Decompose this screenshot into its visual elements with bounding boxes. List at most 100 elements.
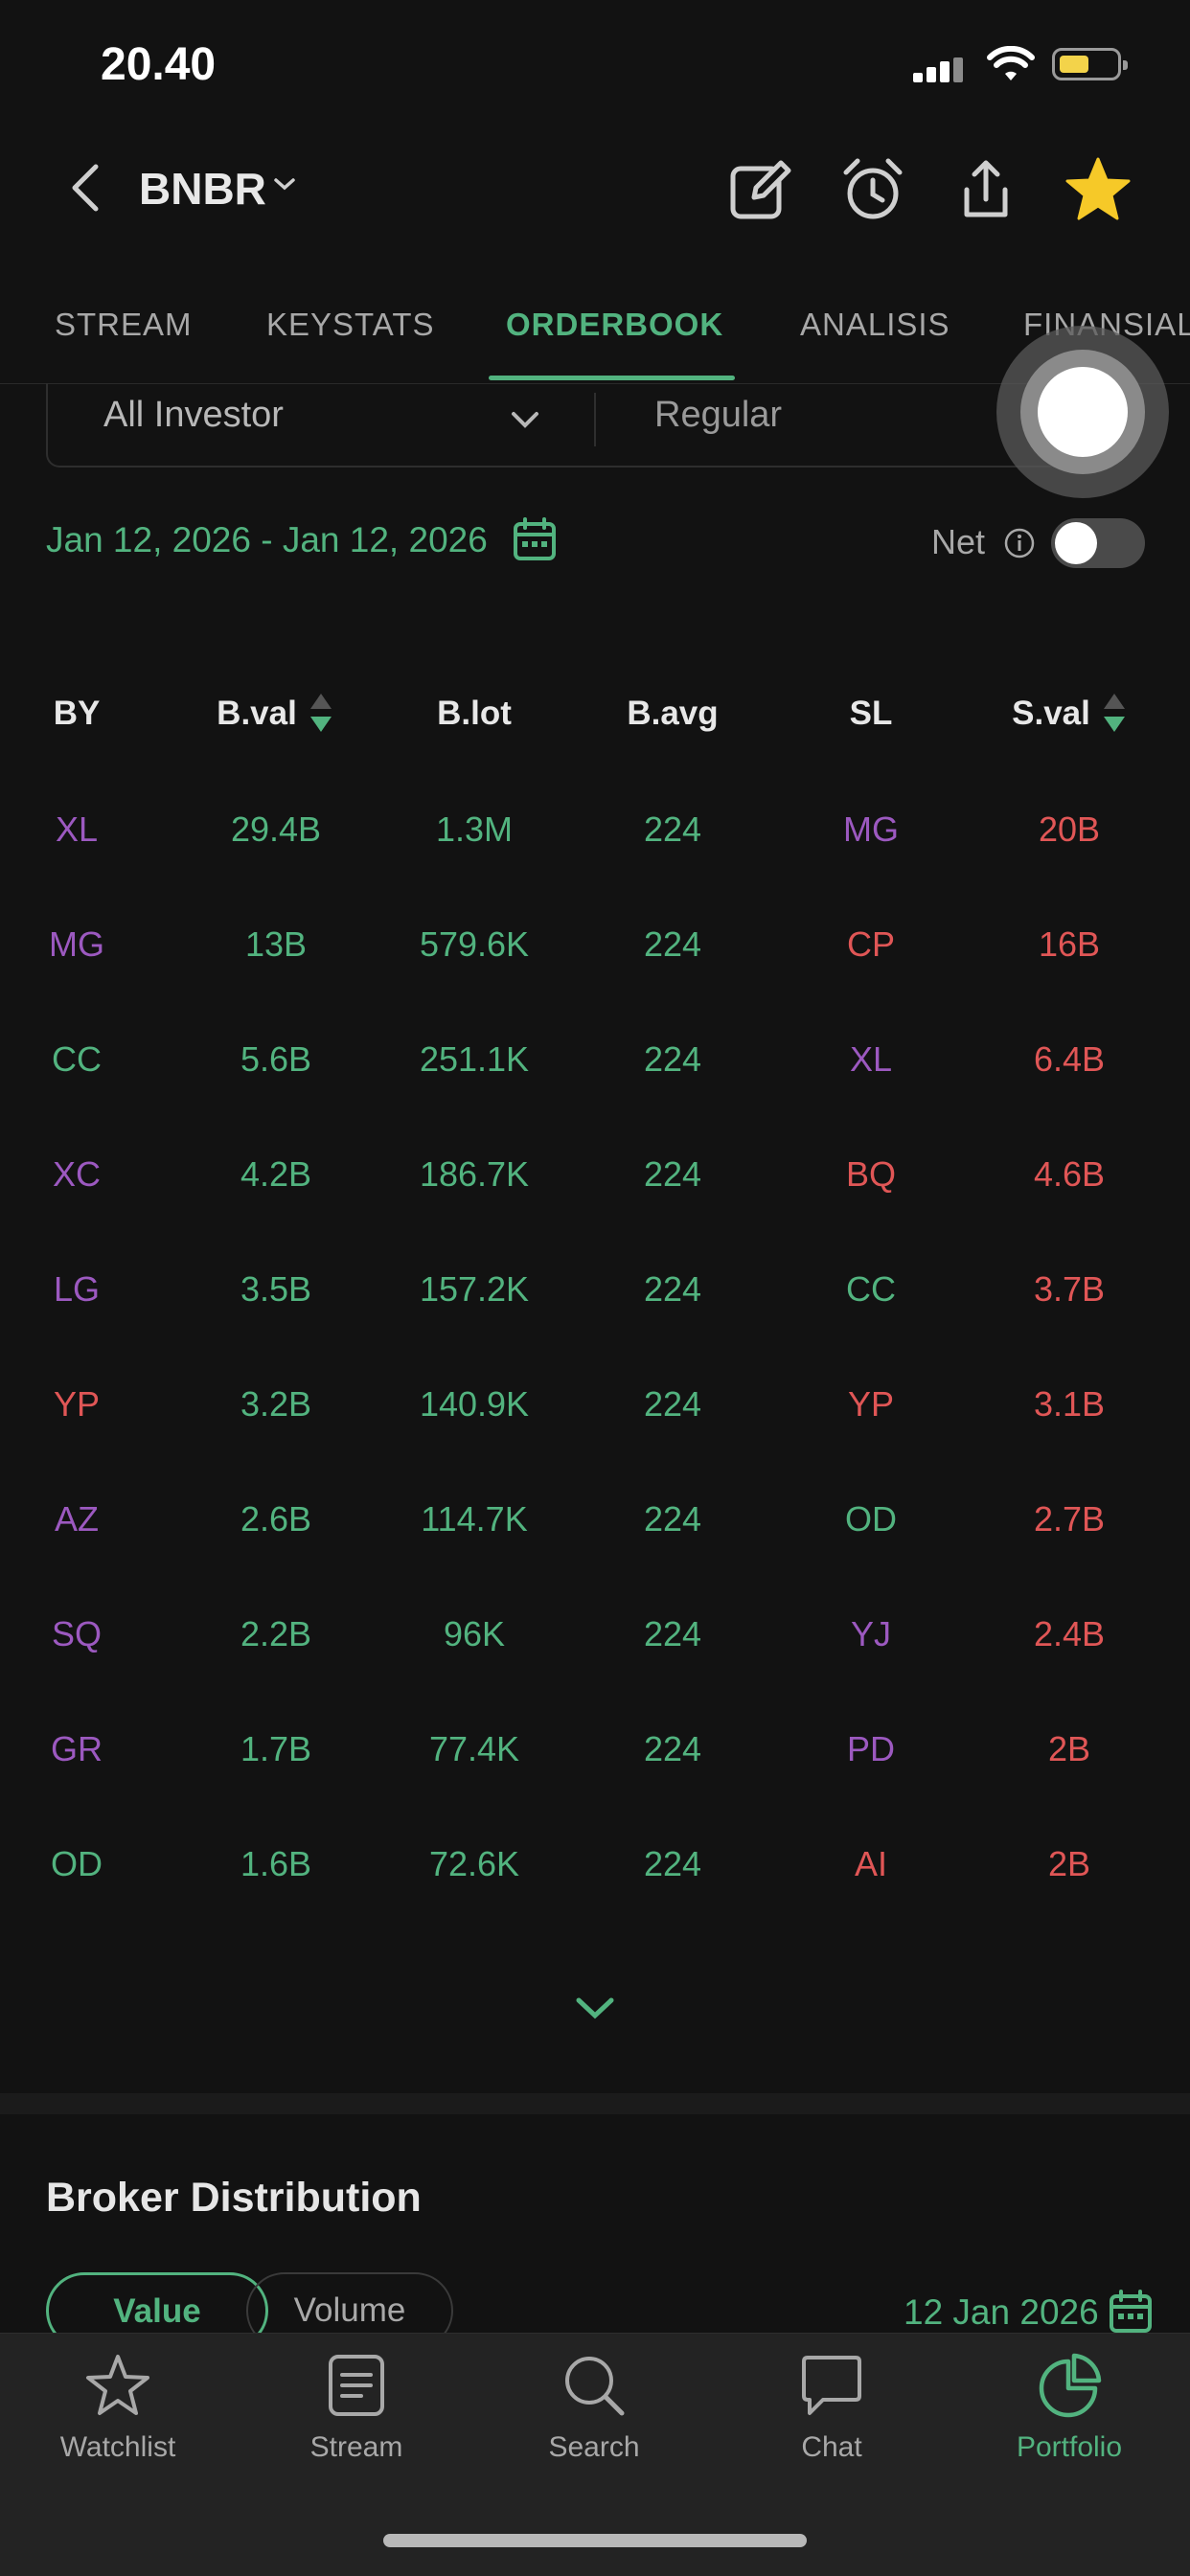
buy-average: 224 [643,1154,702,1194]
buy-lot: 157.2K [419,1269,530,1309]
buy-value: 29.4B [230,809,322,849]
nav-label: Stream [309,2431,403,2463]
document-icon [329,2355,384,2416]
home-indicator[interactable] [383,2534,807,2547]
buy-lot: 1.3M [435,809,514,849]
investor-filter-select[interactable]: All Investor [103,395,284,436]
column-header-buyer: BY [53,695,101,732]
back-arrow-icon[interactable] [67,163,105,217]
active-tab-indicator [489,376,735,380]
board-filter-select[interactable]: Regular [654,395,782,436]
sell-value: 4.6B [1033,1154,1106,1194]
buy-average: 224 [643,1039,702,1079]
chat-bubble-icon [802,2356,861,2415]
nav-stream[interactable]: Stream [251,2352,462,2464]
buy-average: 224 [643,924,702,964]
buy-value: 1.6B [240,1844,312,1883]
chevron-down-icon[interactable] [508,402,542,442]
broker-distribution-title: Broker Distribution [46,2175,422,2221]
tab-analisis[interactable]: ANALISIS [800,307,950,343]
seller-code[interactable]: AI [785,1844,957,1884]
sell-value: 3.7B [1033,1269,1106,1309]
date-range[interactable]: Jan 12, 2026 - Jan 12, 2026 [46,520,488,560]
expand-chevron-icon[interactable] [573,1993,617,2026]
seller-code[interactable]: PD [785,1729,957,1769]
buy-average: 224 [643,809,702,849]
buy-average: 224 [643,1384,702,1424]
buy-value: 3.5B [240,1269,312,1309]
seller-code[interactable]: BQ [785,1154,957,1195]
buyer-code[interactable]: XC [0,1154,163,1195]
tab-orderbook[interactable]: ORDERBOOK [506,307,723,343]
buy-average: 224 [643,1499,702,1539]
buy-lot: 72.6K [428,1844,520,1883]
seller-code[interactable]: OD [785,1499,957,1539]
buyer-code[interactable]: OD [0,1844,163,1884]
sort-icon[interactable] [1102,692,1127,739]
alarm-clock-icon[interactable] [838,155,907,224]
sell-value: 16B [1038,924,1101,964]
battery-icon [1052,48,1128,80]
ticker-title[interactable]: BNBR [139,163,266,215]
buy-value: 5.6B [240,1039,312,1079]
buy-lot: 140.9K [419,1384,530,1424]
calendar-icon[interactable] [511,515,559,568]
buy-lot: 251.1K [419,1039,530,1079]
nav-search[interactable]: Search [489,2352,699,2464]
seller-code[interactable]: CC [785,1269,957,1310]
buyer-code[interactable]: SQ [0,1614,163,1654]
seller-code[interactable]: YJ [785,1614,957,1654]
sell-value: 6.4B [1033,1039,1106,1079]
buy-average: 224 [643,1269,702,1309]
buy-lot: 77.4K [428,1729,520,1768]
nav-label: Watchlist [59,2431,176,2463]
buyer-code[interactable]: YP [0,1384,163,1425]
buy-value: 4.2B [240,1154,312,1194]
seller-code[interactable]: XL [785,1039,957,1080]
star-favorite-icon[interactable] [1064,155,1133,224]
star-outline-icon [86,2355,149,2415]
sell-value: 2.7B [1033,1499,1106,1539]
nav-chat[interactable]: Chat [726,2352,937,2464]
edit-note-icon[interactable] [725,155,794,224]
nav-label: Chat [801,2431,862,2463]
buy-lot: 579.6K [419,924,530,964]
buy-lot: 114.7K [421,1499,528,1539]
sell-value: 2.4B [1033,1614,1106,1653]
column-header-blot: B.lot [437,695,512,732]
wifi-icon [987,45,1035,89]
sell-value: 2B [1047,1844,1091,1883]
buy-value: 3.2B [240,1384,312,1424]
sort-icon[interactable] [309,692,333,739]
net-toggle[interactable] [1051,518,1145,568]
buy-value: 2.2B [240,1614,312,1653]
buyer-code[interactable]: LG [0,1269,163,1310]
buy-average: 224 [643,1844,702,1883]
search-icon [565,2357,625,2416]
buyer-code[interactable]: GR [0,1729,163,1769]
buyer-code[interactable]: XL [0,809,163,850]
seller-code[interactable]: YP [785,1384,957,1425]
buy-lot: 186.7K [419,1154,530,1194]
chevron-down-icon[interactable] [273,174,296,198]
distribution-date[interactable]: 12 Jan 2026 [904,2292,1099,2333]
buy-average: 224 [643,1614,702,1653]
sell-value: 2B [1047,1729,1091,1768]
nav-watchlist[interactable]: Watchlist [12,2352,223,2464]
nav-portfolio[interactable]: Portfolio [964,2352,1175,2464]
buyer-code[interactable]: CC [0,1039,163,1080]
seller-code[interactable]: MG [785,809,957,850]
buyer-code[interactable]: MG [0,924,163,965]
status-time: 20.40 [101,39,217,90]
tab-stream[interactable]: STREAM [55,307,193,343]
cellular-signal-icon [913,57,967,82]
nav-label: Search [548,2431,640,2463]
column-header-seller: SL [849,695,893,732]
seller-code[interactable]: CP [785,924,957,965]
buy-value: 13B [244,924,308,964]
buyer-code[interactable]: AZ [0,1499,163,1539]
share-icon[interactable] [951,155,1020,224]
tab-keystats[interactable]: KEYSTATS [266,307,434,343]
net-label: Net [931,522,986,561]
info-icon[interactable] [1003,527,1036,564]
